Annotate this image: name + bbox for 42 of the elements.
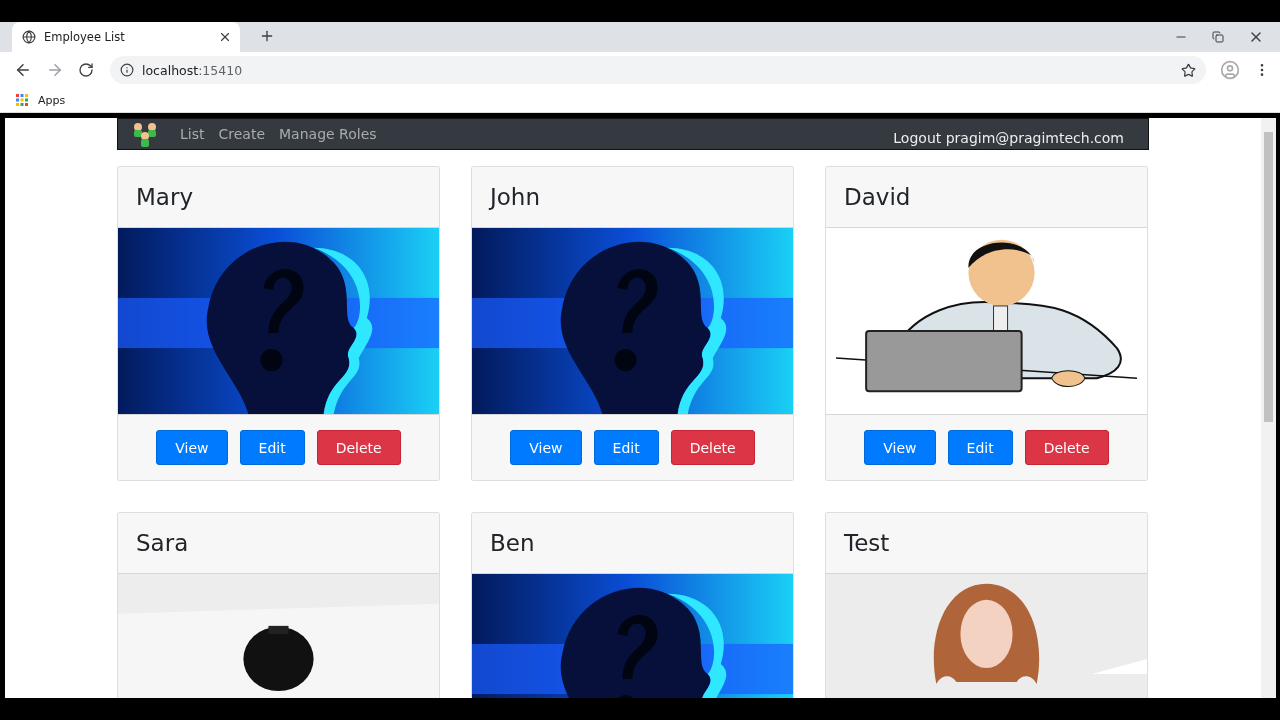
nav-link[interactable]: Create — [218, 126, 265, 142]
delete-button[interactable]: Delete — [670, 430, 755, 465]
tab-title: Employee List — [44, 30, 126, 44]
employee-name: Mary — [136, 184, 193, 210]
reload-button[interactable] — [78, 62, 94, 78]
action-button[interactable]: View — [864, 430, 936, 465]
address-port: :15410 — [198, 62, 243, 78]
employee-name: Ben — [490, 530, 535, 556]
action-button[interactable]: Edit — [947, 430, 1013, 465]
delete-button[interactable]: Delete — [1024, 430, 1109, 465]
bookmark-item[interactable]: Apps — [38, 93, 66, 107]
employee-name: John — [490, 184, 540, 210]
logout-link[interactable]: Logout pragim@pragimtech.com — [893, 130, 1124, 149]
action-button[interactable]: View — [510, 430, 582, 465]
reload-icon — [78, 62, 94, 78]
close-tab-button[interactable] — [218, 30, 232, 44]
restore-icon — [1212, 31, 1224, 43]
back-button[interactable] — [14, 61, 32, 79]
info-icon — [120, 63, 134, 77]
nav-link[interactable]: List — [180, 126, 205, 142]
employee-name: Sara — [136, 530, 189, 556]
apps-grid-icon — [16, 94, 28, 106]
close-icon — [218, 30, 232, 44]
delete-button[interactable]: Delete — [316, 430, 401, 465]
bookmark-star-button[interactable] — [1181, 62, 1196, 78]
employee-name: Test — [844, 530, 890, 556]
plus-icon — [259, 28, 275, 44]
action-button[interactable]: View — [156, 430, 228, 465]
browser-tab[interactable]: Employee List — [12, 22, 240, 52]
globe-icon — [22, 30, 36, 44]
scrollbar[interactable] — [1261, 118, 1276, 698]
star-icon — [1181, 62, 1196, 78]
forward-button[interactable] — [46, 61, 64, 79]
action-button[interactable]: Edit — [593, 430, 659, 465]
address-host: localhost — [142, 62, 199, 78]
address-bar[interactable]: localhost:15410 — [110, 56, 1206, 84]
nav-link[interactable]: Manage Roles — [279, 126, 377, 142]
action-button[interactable]: Edit — [239, 430, 305, 465]
employee-name: David — [844, 184, 911, 210]
user-icon — [1220, 60, 1240, 80]
restore-button[interactable] — [1212, 31, 1224, 43]
arrow-right-icon — [46, 61, 64, 79]
